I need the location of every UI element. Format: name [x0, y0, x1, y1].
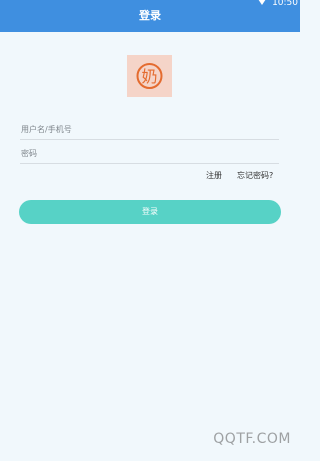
logo-char: 奶 — [141, 67, 157, 86]
login-button[interactable]: 登录 — [19, 200, 281, 224]
forgot-password-link[interactable]: 忘记密码? — [237, 170, 273, 182]
password-input[interactable] — [20, 142, 279, 165]
password-field-container — [20, 141, 279, 165]
watermark: QQTF.COM — [213, 431, 291, 447]
register-link[interactable]: 注册 — [206, 170, 222, 182]
wifi-icon — [258, 0, 266, 5]
page-title: 登录 — [139, 9, 161, 22]
username-input[interactable] — [20, 118, 279, 141]
app-logo: 奶 — [127, 55, 172, 97]
username-field-container — [20, 117, 279, 141]
app-bar: 10:50 登录 — [0, 0, 300, 32]
logo-icon: 奶 — [136, 63, 163, 89]
